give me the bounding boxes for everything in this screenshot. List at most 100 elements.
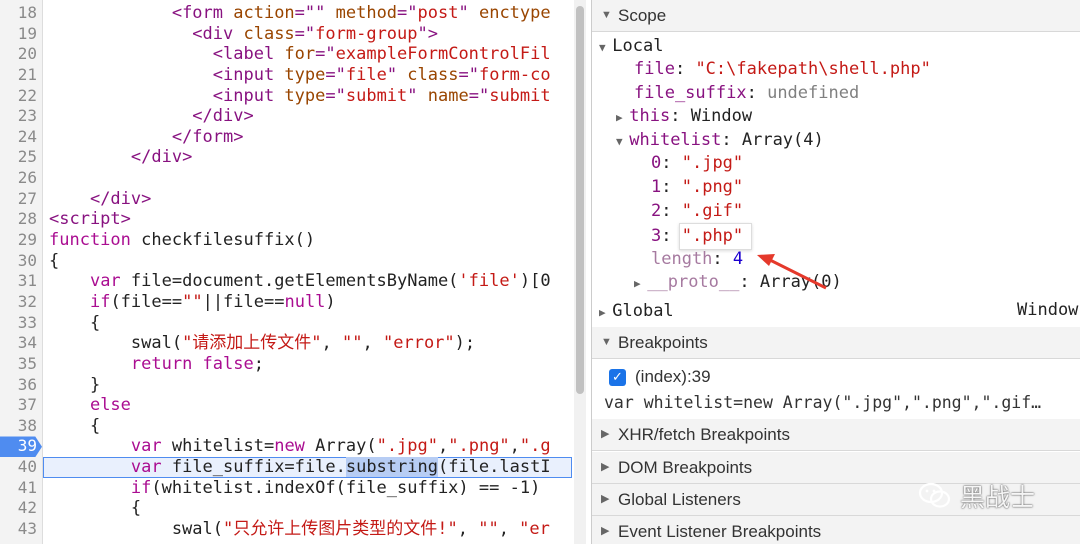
- chevron-right-icon: ▶: [601, 525, 610, 537]
- code-token: ">: [417, 23, 438, 44]
- code-token: new: [274, 436, 316, 457]
- line-number[interactable]: 28: [0, 209, 37, 230]
- code-token: submit: [345, 85, 408, 106]
- code-token: </div>: [130, 147, 193, 168]
- line-number[interactable]: 32: [0, 292, 37, 313]
- line-number[interactable]: 19: [0, 24, 37, 45]
- line-number[interactable]: 22: [0, 86, 37, 107]
- code-line[interactable]: 33 {: [0, 313, 572, 334]
- breakpoint-checkbox[interactable]: ✓: [609, 369, 626, 386]
- line-number[interactable]: 35: [0, 354, 37, 375]
- code-token: "": [182, 291, 203, 312]
- chevron-right-icon: ▶: [634, 277, 648, 290]
- code-line[interactable]: 18 <form action="" method="post" enctype: [0, 3, 572, 24]
- line-number[interactable]: 36: [0, 375, 37, 396]
- code-token: var: [89, 271, 131, 292]
- breakpoint-location[interactable]: (index):39: [635, 367, 711, 387]
- whitelist-item[interactable]: 1: ".png": [651, 176, 743, 198]
- code-line[interactable]: 36 }: [0, 375, 572, 396]
- code-line[interactable]: 29 function checkfilesuffix(): [0, 230, 572, 251]
- breakpoint-marker[interactable]: 39: [0, 436, 42, 458]
- scope-local-row[interactable]: ▼ Local: [599, 35, 663, 59]
- code-text: else: [49, 395, 131, 416]
- code-line[interactable]: 32 if(file==""||file==null): [0, 292, 572, 313]
- code-line[interactable]: 20 <label for="exampleFormControlFil: [0, 44, 572, 65]
- code-token: ,: [498, 519, 520, 540]
- xhr-breakpoints-header[interactable]: ▶ XHR/fetch Breakpoints: [592, 419, 1080, 451]
- code-line[interactable]: 24 </form>: [0, 127, 572, 148]
- code-line[interactable]: 26: [0, 168, 572, 189]
- whitelist-proto[interactable]: ▶ __proto__: Array(0): [634, 271, 842, 295]
- scope-var-file[interactable]: file: "C:\fakepath\shell.php": [634, 58, 931, 80]
- line-number[interactable]: 20: [0, 44, 37, 65]
- line-number[interactable]: 41: [0, 478, 37, 499]
- line-number[interactable]: 29: [0, 230, 37, 251]
- line-number[interactable]: 31: [0, 271, 37, 292]
- line-number[interactable]: 30: [0, 251, 37, 272]
- code-line[interactable]: 37 else: [0, 395, 572, 416]
- breakpoints-section-header[interactable]: ▼ Breakpoints: [592, 327, 1080, 359]
- code-token: post: [417, 3, 459, 23]
- code-text: swal("只允许上传图片类型的文件!", "", "er: [49, 519, 550, 540]
- code-token: );: [454, 333, 476, 354]
- line-number[interactable]: 38: [0, 416, 37, 437]
- code-line-paused[interactable]: 40 var file_suffix=file.substring(file.l…: [0, 457, 572, 478]
- scrollbar-thumb[interactable]: [576, 6, 584, 394]
- code-text: </div>: [49, 189, 151, 210]
- scope-var-whitelist[interactable]: ▼ whitelist: Array(4): [616, 129, 824, 153]
- editor-scrollbar[interactable]: [574, 0, 586, 544]
- code-line[interactable]: 30 {: [0, 251, 572, 272]
- code-line[interactable]: 22 <input type="submit" name="submit: [0, 86, 572, 107]
- code-token: ": [386, 64, 408, 85]
- code-token: (file.lastI: [437, 457, 551, 478]
- chevron-right-icon: ▶: [599, 306, 613, 319]
- code-line[interactable]: 41 if(whitelist.indexOf(file_suffix) == …: [0, 478, 572, 499]
- line-number[interactable]: 34: [0, 333, 37, 354]
- line-number[interactable]: 27: [0, 189, 37, 210]
- code-token: (file==: [110, 291, 183, 312]
- code-token: "只允许上传图片类型的文件!": [223, 519, 458, 540]
- code-line[interactable]: 23 </div>: [0, 106, 572, 127]
- code-line[interactable]: 27 </div>: [0, 189, 572, 210]
- line-number[interactable]: 33: [0, 313, 37, 334]
- event-listener-breakpoints-header[interactable]: ▶ Event Listener Breakpoints: [592, 516, 1080, 544]
- whitelist-item[interactable]: 3: ".php": [651, 225, 743, 247]
- line-number[interactable]: 40: [0, 457, 37, 478]
- code-line[interactable]: 28 <script>: [0, 209, 572, 230]
- code-line[interactable]: 25 </div>: [0, 147, 572, 168]
- line-number[interactable]: 25: [0, 147, 37, 168]
- code-text: {: [49, 313, 100, 334]
- code-line[interactable]: 21 <input type="file" class="form-co: [0, 65, 572, 86]
- scope-var-file-suffix[interactable]: file_suffix: undefined: [634, 82, 859, 104]
- whitelist-length[interactable]: length: 4: [651, 248, 743, 270]
- code-token: return false: [130, 353, 254, 374]
- code-line[interactable]: 42 {: [0, 498, 572, 519]
- code-line[interactable]: 35 return false;: [0, 354, 572, 375]
- line-number[interactable]: 21: [0, 65, 37, 86]
- code-line[interactable]: 19 <div class="form-group">: [0, 24, 572, 45]
- line-number[interactable]: 37: [0, 395, 37, 416]
- line-number[interactable]: 26: [0, 168, 37, 189]
- line-number[interactable]: 24: [0, 127, 37, 148]
- code-text: </div>: [49, 147, 192, 168]
- scope-section-header[interactable]: ▼ Scope: [592, 0, 1080, 32]
- line-number[interactable]: 43: [0, 519, 37, 540]
- whitelist-item[interactable]: 0: ".jpg": [651, 152, 743, 174]
- line-number[interactable]: 42: [0, 498, 37, 519]
- scope-var-this[interactable]: ▶ this: Window: [616, 105, 752, 129]
- code-line[interactable]: 38 {: [0, 416, 572, 437]
- code-editor[interactable]: 18 <form action="" method="post" enctype…: [0, 0, 572, 544]
- scope-global-row[interactable]: ▶ Global: [599, 300, 674, 324]
- code-token: swal(: [49, 519, 223, 540]
- whitelist-item[interactable]: 2: ".gif": [651, 200, 743, 222]
- code-line[interactable]: 34 swal("请添加上传文件", "", "error");: [0, 333, 572, 354]
- line-number[interactable]: 23: [0, 106, 37, 127]
- line-number[interactable]: 18: [0, 3, 37, 24]
- code-line[interactable]: 31 var file=document.getElementsByName('…: [0, 271, 572, 292]
- code-line[interactable]: 43 swal("只允许上传图片类型的文件!", "", "er: [0, 519, 572, 540]
- code-line[interactable]: 39 var whitelist=new Array(".jpg",".png"…: [0, 436, 572, 458]
